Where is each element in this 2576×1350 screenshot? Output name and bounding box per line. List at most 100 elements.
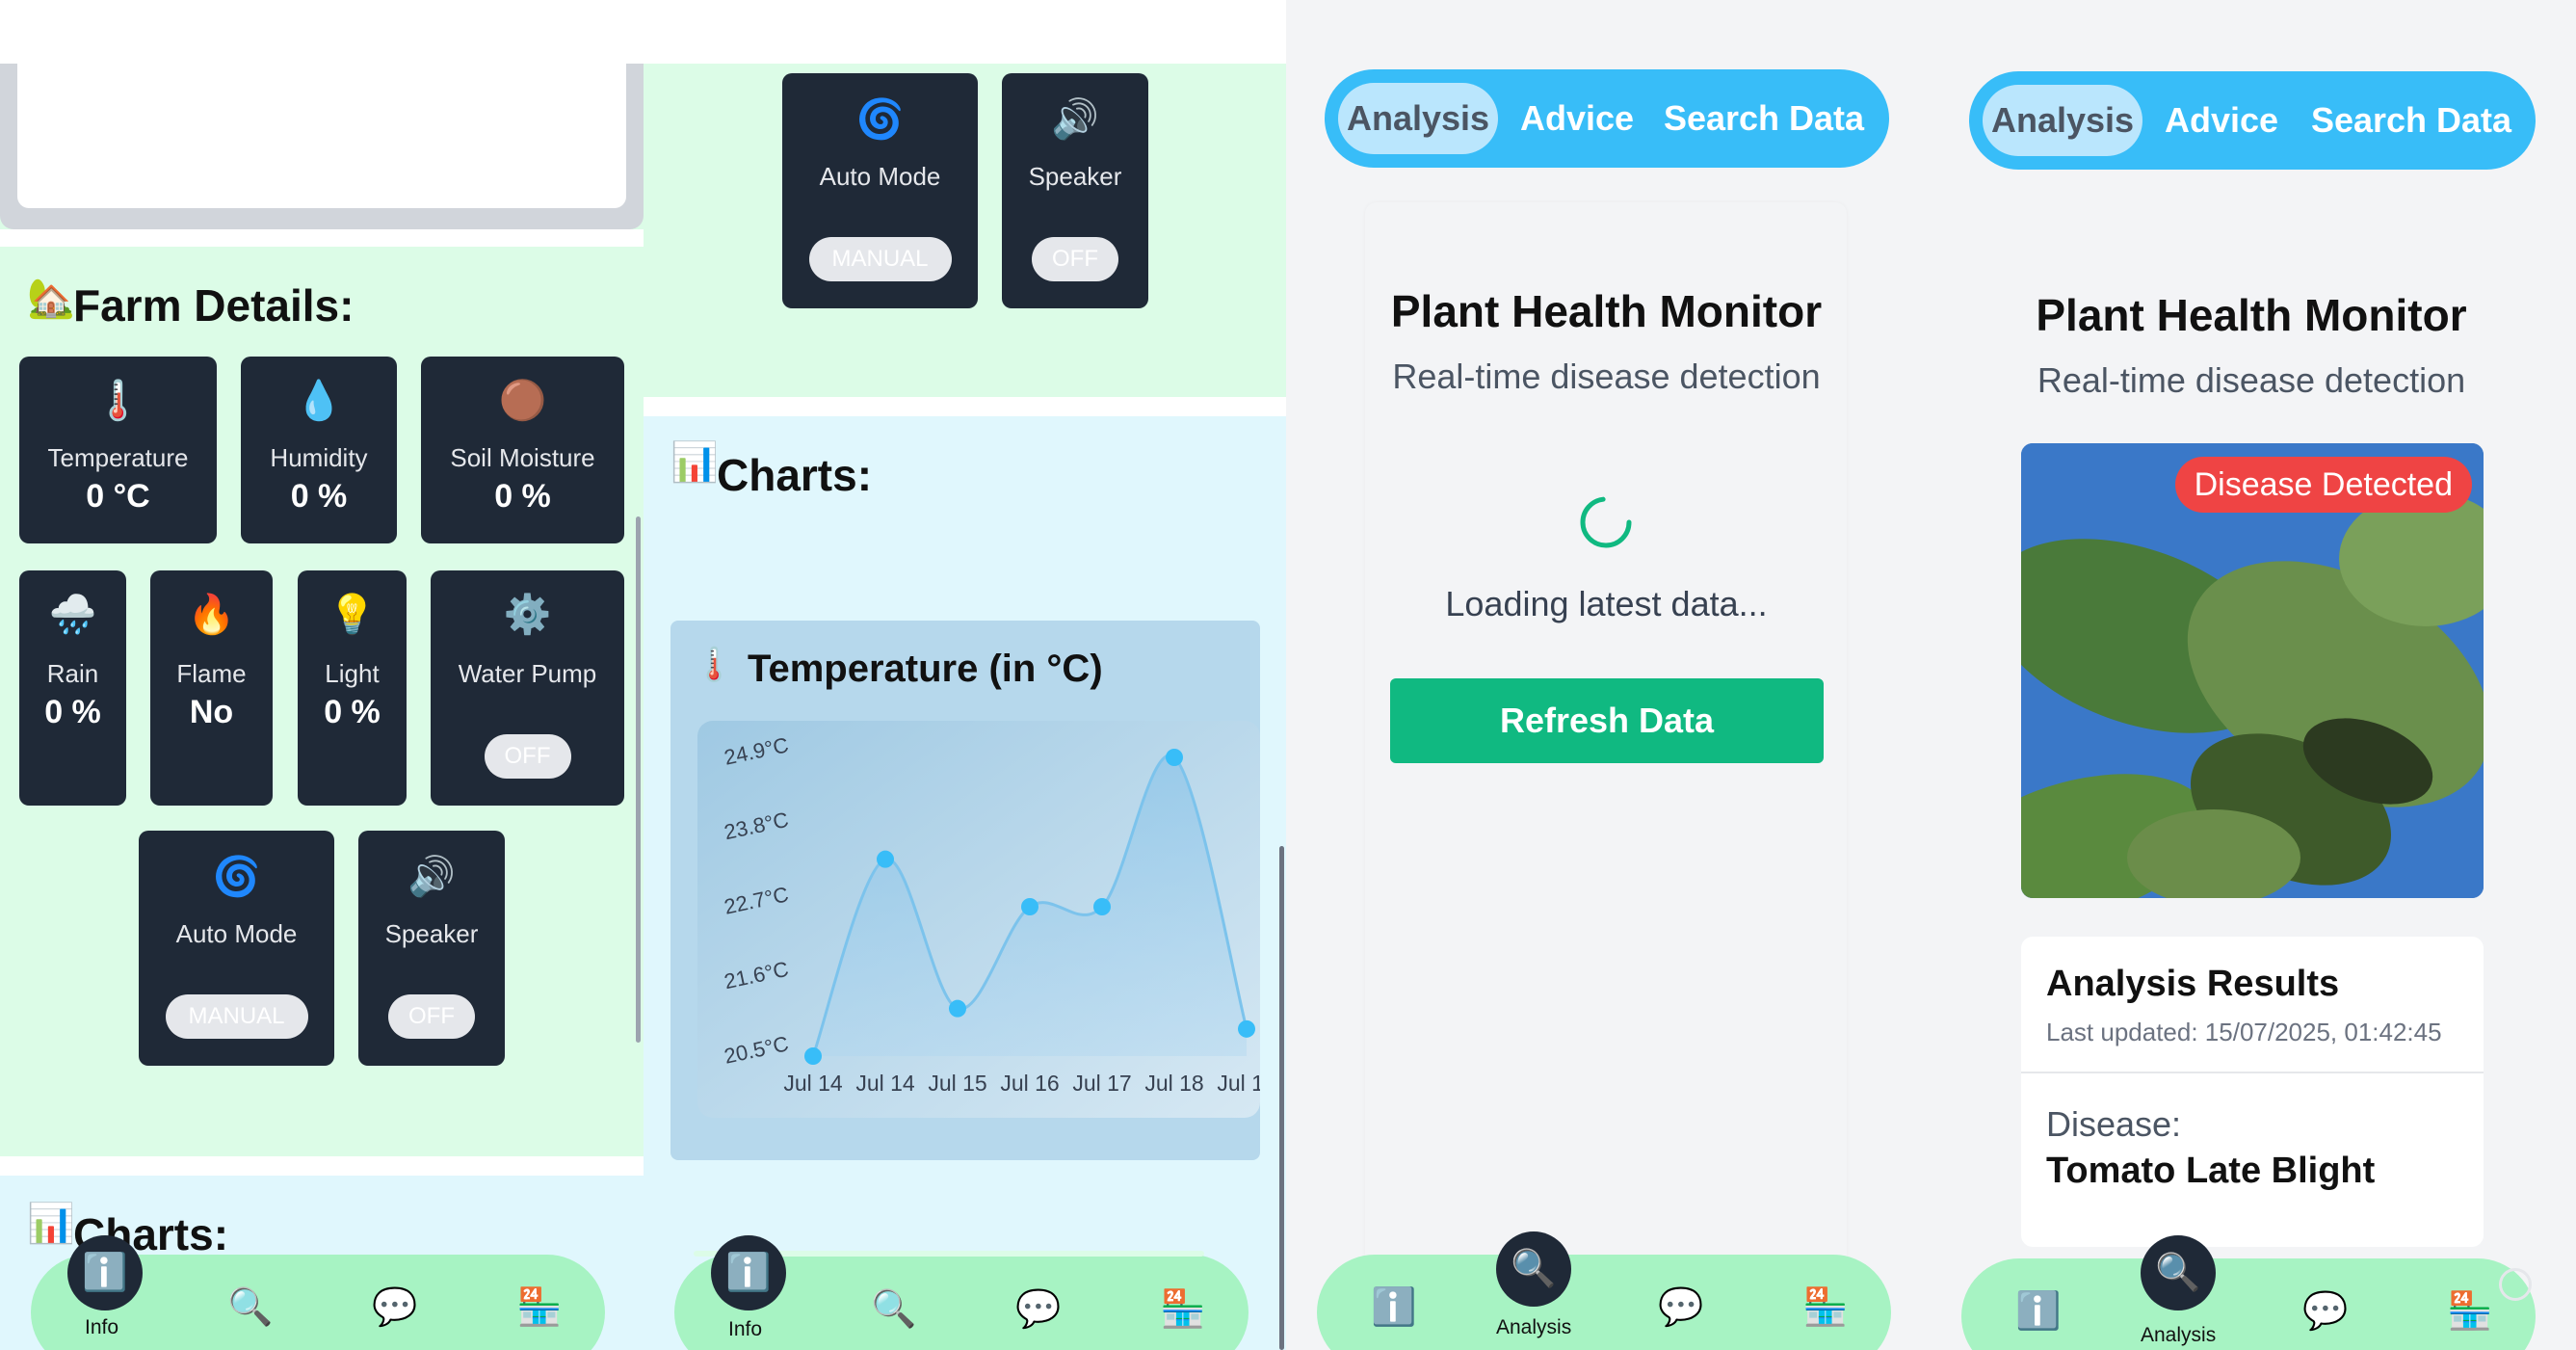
nav-analysis-button[interactable]: 🔍 bbox=[2141, 1235, 2216, 1310]
scrollbar[interactable] bbox=[1279, 846, 1284, 1350]
data-point[interactable] bbox=[877, 850, 894, 868]
temperature-value: 0 °C bbox=[86, 478, 150, 515]
thermometer-icon: 🌡️ bbox=[93, 380, 143, 422]
analysis-tabs: Analysis Advice Search Data bbox=[1325, 69, 1889, 168]
humidity-value: 0 % bbox=[290, 478, 348, 515]
auto-mode-toggle[interactable]: MANUAL bbox=[808, 237, 952, 281]
store-icon[interactable]: 🏪 bbox=[2447, 1293, 2492, 1330]
charts-screen: 🌀 Auto Mode MANUAL 🔊 Speaker OFF 📊 Chart… bbox=[644, 0, 1286, 1350]
x-tick-label: Jul 19 bbox=[1217, 1071, 1260, 1096]
auto-mode-label: Auto Mode bbox=[175, 919, 298, 948]
data-point[interactable] bbox=[1166, 749, 1183, 766]
light-label: Light bbox=[325, 659, 380, 688]
charts-title: Charts: bbox=[717, 450, 873, 500]
water-pump-toggle[interactable]: OFF bbox=[484, 734, 571, 779]
temperature-line-chart: 20.5°C21.6°C22.7°C23.8°C24.9°CJul 14 Jul … bbox=[697, 721, 1260, 1118]
store-icon[interactable]: 🏪 bbox=[516, 1289, 562, 1326]
farm-icon: 🏡 bbox=[27, 278, 75, 320]
data-point[interactable] bbox=[949, 999, 966, 1018]
scrollbar[interactable] bbox=[636, 516, 641, 1043]
status-area bbox=[0, 0, 644, 64]
x-tick-label: Jul 14 bbox=[783, 1071, 843, 1096]
bottom-nav: ℹ️ Info 🔍 💬 🏪 bbox=[674, 1235, 1249, 1350]
data-point[interactable] bbox=[1021, 898, 1038, 915]
bottom-nav: ℹ️ 🔍 Analysis 💬 🏪 bbox=[1317, 1231, 1891, 1350]
speaker-card: 🔊 Speaker OFF bbox=[358, 831, 505, 1066]
chat-icon[interactable]: 💬 bbox=[1015, 1291, 1061, 1328]
soil-moisture-value: 0 % bbox=[494, 478, 551, 515]
water-pump-card: ⚙️ Water Pump OFF bbox=[431, 570, 624, 806]
tab-search-data[interactable]: Search Data bbox=[2299, 85, 2524, 156]
speaker-toggle[interactable]: OFF bbox=[388, 994, 475, 1039]
video-frame bbox=[0, 64, 644, 229]
speaker-card: 🔊 Speaker OFF bbox=[1002, 73, 1148, 308]
analysis-results-card: Analysis Results Last updated: 15/07/202… bbox=[2021, 937, 2484, 1247]
chat-icon[interactable]: 💬 bbox=[372, 1289, 417, 1326]
disease-name: Tomato Late Blight bbox=[2046, 1151, 2376, 1191]
tab-analysis[interactable]: Analysis bbox=[1338, 83, 1498, 154]
chat-icon[interactable]: 💬 bbox=[2302, 1293, 2348, 1330]
x-tick-label: Jul 17 bbox=[1072, 1071, 1131, 1096]
soil-moisture-card: 🟤 Soil Moisture 0 % bbox=[421, 357, 624, 543]
light-value: 0 % bbox=[324, 694, 381, 730]
auto-mode-toggle[interactable]: MANUAL bbox=[165, 994, 308, 1039]
rain-card: 🌧️ Rain 0 % bbox=[19, 570, 126, 806]
chat-icon[interactable]: 💬 bbox=[1658, 1289, 1703, 1326]
x-tick-label: Jul 15 bbox=[928, 1071, 986, 1096]
last-updated: Last updated: 15/07/2025, 01:42:45 bbox=[2046, 1018, 2442, 1046]
tab-advice[interactable]: Advice bbox=[2158, 85, 2285, 156]
tab-advice[interactable]: Advice bbox=[1513, 83, 1641, 154]
tab-search-data[interactable]: Search Data bbox=[1652, 83, 1876, 154]
auto-mode-label: Auto Mode bbox=[819, 162, 941, 191]
nav-info-label: Info bbox=[728, 1318, 763, 1340]
disease-label: Disease: bbox=[2046, 1104, 2182, 1144]
nav-analysis-button[interactable]: 🔍 bbox=[1496, 1231, 1571, 1307]
loading-text: Loading latest data... bbox=[1445, 584, 1768, 623]
page-title: Plant Health Monitor bbox=[2036, 290, 2467, 340]
flame-card: 🔥 Flame No bbox=[150, 570, 273, 806]
info-icon[interactable]: ℹ️ bbox=[1371, 1289, 1416, 1326]
chart-card-title: Temperature (in °C) bbox=[748, 648, 1103, 690]
store-icon[interactable]: 🏪 bbox=[1160, 1291, 1205, 1328]
speaker-icon: 🔊 bbox=[1051, 98, 1099, 141]
auto-mode-card: 🌀 Auto Mode MANUAL bbox=[139, 831, 334, 1066]
search-icon[interactable]: 🔍 bbox=[227, 1289, 273, 1326]
temperature-card: 🌡️ Temperature 0 °C bbox=[19, 357, 217, 543]
speaker-toggle[interactable]: OFF bbox=[1032, 237, 1118, 281]
tab-analysis[interactable]: Analysis bbox=[1983, 85, 2142, 156]
data-point[interactable] bbox=[804, 1047, 822, 1065]
rain-cloud-icon: 🌧️ bbox=[48, 594, 97, 636]
light-card: 💡 Light 0 % bbox=[298, 570, 407, 806]
chart-icon: 📊 bbox=[670, 441, 719, 484]
nav-info-button[interactable]: ℹ️ bbox=[711, 1235, 786, 1310]
farm-details-screen: 🏡 Farm Details: 🌡️ Temperature 0 °C 💧 Hu… bbox=[0, 0, 644, 1350]
info-icon[interactable]: ℹ️ bbox=[2015, 1293, 2061, 1330]
loading-spinner-icon bbox=[1580, 496, 1632, 548]
nav-info-button[interactable]: ℹ️ bbox=[67, 1235, 143, 1310]
farm-details-title: Farm Details: bbox=[73, 280, 355, 331]
bottom-nav: ℹ️ 🔍 Analysis 💬 🏪 bbox=[1961, 1235, 2536, 1350]
flame-value: No bbox=[189, 694, 234, 730]
temperature-label: Temperature bbox=[47, 443, 189, 472]
search-icon[interactable]: 🔍 bbox=[871, 1291, 916, 1328]
water-pump-icon: ⚙️ bbox=[503, 594, 552, 636]
data-point[interactable] bbox=[1093, 898, 1111, 915]
results-title: Analysis Results bbox=[2046, 964, 2340, 1004]
floating-circle-button[interactable] bbox=[2499, 1268, 2532, 1301]
data-point[interactable] bbox=[1238, 1019, 1255, 1038]
rain-value: 0 % bbox=[44, 694, 101, 730]
speaker-label: Speaker bbox=[1028, 162, 1122, 191]
nav-analysis-label: Analysis bbox=[2141, 1324, 2217, 1346]
chart-icon: 📊 bbox=[27, 1203, 75, 1245]
disease-detected-badge: Disease Detected bbox=[2174, 457, 2472, 513]
refresh-data-button[interactable]: Refresh Data bbox=[1390, 678, 1824, 763]
page-title: Plant Health Monitor bbox=[1390, 286, 1823, 336]
store-icon[interactable]: 🏪 bbox=[1802, 1289, 1848, 1326]
water-pump-label: Water Pump bbox=[458, 659, 597, 688]
search-icon: 🔍 bbox=[2155, 1253, 2201, 1293]
analysis-loading-screen: Analysis Advice Search Data Plant Health… bbox=[1286, 0, 1927, 1350]
thermometer-icon: 🌡️ bbox=[694, 647, 735, 683]
page-subtitle: Real-time disease detection bbox=[2037, 360, 2466, 400]
leaf-photo: Disease Detected bbox=[2021, 443, 2484, 898]
flame-icon: 🔥 bbox=[187, 594, 236, 636]
